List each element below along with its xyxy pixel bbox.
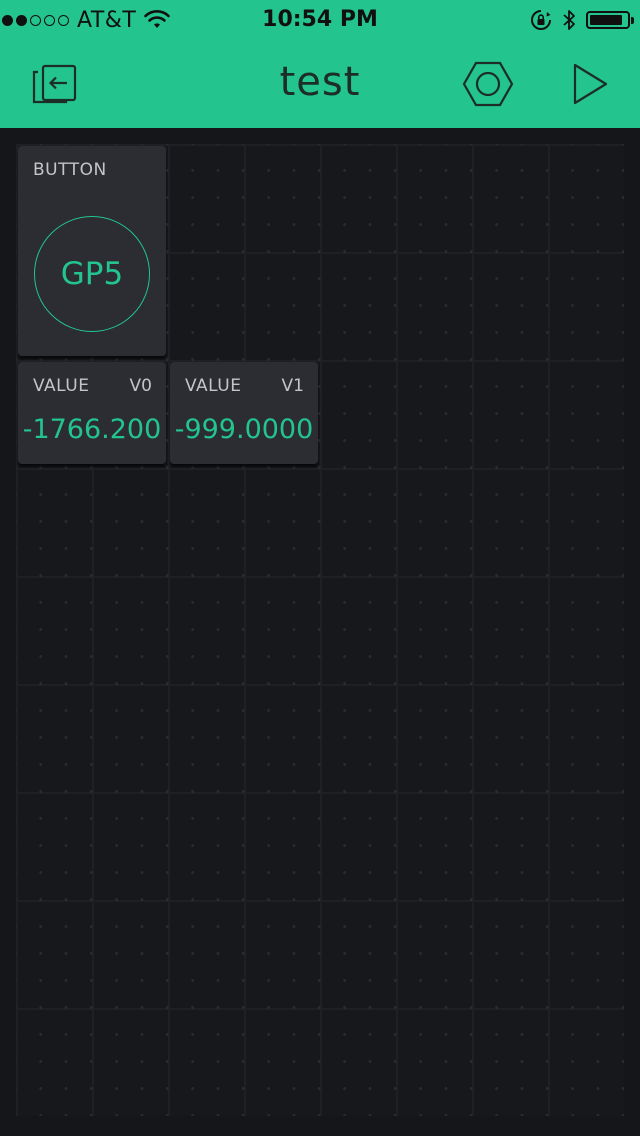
bluetooth-icon — [563, 10, 575, 30]
value-display-v0[interactable]: VALUE V0 -1766.200 — [18, 362, 166, 464]
gp5-button[interactable]: GP5 — [34, 216, 150, 332]
button-widget[interactable]: BUTTON GP5 — [18, 146, 166, 356]
play-icon — [573, 63, 608, 105]
value-display-pin: V1 — [281, 376, 304, 396]
value-display-label: VALUE — [185, 376, 242, 396]
value-display-reading: -999.0000 — [174, 414, 314, 445]
value-display-reading: -1766.200 — [22, 414, 162, 445]
value-display-label: VALUE — [33, 376, 90, 396]
play-button[interactable] — [560, 54, 620, 114]
project-title: test — [279, 59, 361, 105]
app-header: test — [0, 40, 640, 128]
value-display-pin: V0 — [129, 376, 152, 396]
hexagon-settings-icon — [462, 61, 514, 107]
rotation-lock-icon — [531, 10, 551, 30]
project-settings-button[interactable] — [458, 54, 518, 114]
battery-icon — [586, 11, 634, 29]
value-display-v1[interactable]: VALUE V1 -999.0000 — [170, 362, 318, 464]
button-widget-label: BUTTON — [33, 160, 107, 180]
status-right — [530, 0, 634, 40]
status-bar: AT&T 10:54 PM — [0, 0, 640, 40]
